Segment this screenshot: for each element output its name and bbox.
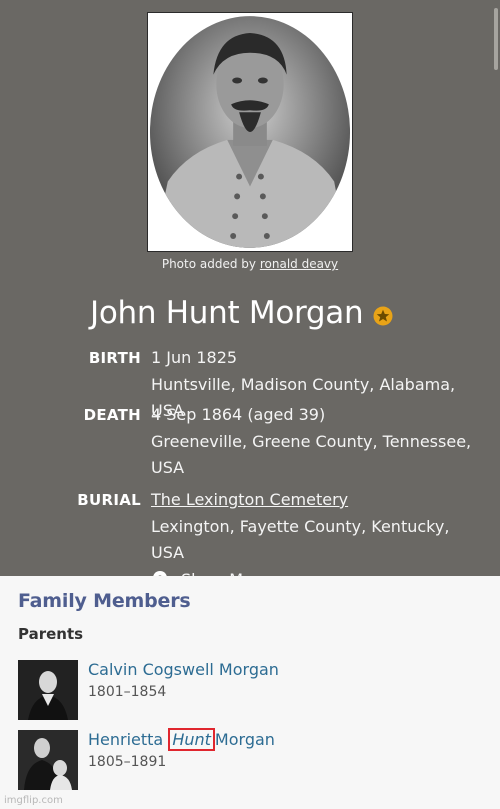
memorial-header: Photo added by ronald deavy John Hunt Mo… [0,0,500,589]
parent-name-first: Henrietta [88,730,164,749]
family-members-section: Family Members Parents Calvin Cogswell M… [0,576,500,809]
memorial-name: John Hunt Morgan [90,295,364,331]
memorial-name-row: John Hunt Morgan [90,295,393,331]
watermark: imgflip.com [4,795,63,806]
parent-name[interactable]: Calvin Cogswell Morgan [88,660,279,679]
death-date: 4 Sep 1864 (aged 39) [151,405,326,424]
burial-label: BURIAL [77,491,141,509]
parent-name[interactable]: Henrietta Hunt Morgan [88,728,275,751]
parent-photo[interactable] [18,660,78,720]
death-details: 4 Sep 1864 (aged 39) Greeneville, Greene… [151,402,486,482]
photo-credit-prefix: Photo added by [161,257,257,271]
scrollbar[interactable] [494,8,498,70]
photo-credit: Photo added by ronald deavy [0,257,500,271]
highlighted-middle-name: Hunt [168,728,215,751]
birth-label: BIRTH [88,349,141,367]
parent-dates: 1805–1891 [88,754,167,770]
parent-photo[interactable] [18,730,78,790]
death-place-line2: USA [151,458,185,477]
family-members-heading: Family Members [18,590,191,612]
burial-place: Lexington, Fayette County, Kentucky, USA [151,516,450,563]
star-badge-icon[interactable] [373,306,393,326]
death-label: DEATH [83,406,141,424]
parent-item[interactable]: Calvin Cogswell Morgan 1801–1854 [18,660,488,720]
memorial-photo[interactable] [147,12,353,252]
cemetery-link[interactable]: The Lexington Cemetery [151,490,348,509]
photo-credit-user-link[interactable]: ronald deavy [260,257,338,271]
parent-name-last: Morgan [214,730,275,749]
death-place-line1: Greeneville, Greene County, Tennessee, [151,431,472,451]
parent-dates: 1801–1854 [88,684,167,700]
birth-date: 1 Jun 1825 [151,348,238,367]
parent-item[interactable]: Henrietta Hunt Morgan 1805–1891 [18,728,488,790]
parents-heading: Parents [18,625,84,643]
